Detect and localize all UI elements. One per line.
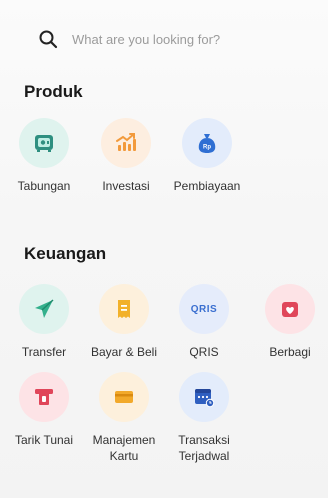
tile-label: Investasi [102, 179, 150, 193]
tile-transaksi-terjadwal[interactable]: Transaksi Terjadwal [162, 372, 246, 464]
circle [19, 372, 69, 422]
money-bag-icon: Rp [195, 131, 219, 155]
tile-label: Tabungan [17, 179, 71, 193]
tile-investasi[interactable]: Investasi [84, 118, 168, 194]
tile-label: Transaksi Terjadwal [178, 433, 230, 463]
section-title-produk: Produk [24, 82, 83, 101]
tile-label: Pembiayaan [173, 179, 241, 193]
tile-label: Manajemen Kartu [92, 433, 156, 463]
circle [179, 372, 229, 422]
tile-bayar-beli[interactable]: Bayar & Beli [82, 284, 166, 360]
search-bar[interactable] [18, 18, 310, 60]
svg-text:Rp: Rp [203, 145, 211, 151]
tile-tabungan[interactable]: Tabungan [2, 118, 86, 194]
circle [265, 284, 315, 334]
tile-pembiayaan[interactable]: Rp Pembiayaan [165, 118, 249, 194]
circle: Rp [182, 118, 232, 168]
atm-cash-icon [32, 385, 56, 409]
tile-label: Transfer [21, 345, 67, 359]
safe-icon [32, 131, 56, 155]
tile-tarik-tunai[interactable]: Tarik Tunai [2, 372, 86, 448]
circle: QRIS [179, 284, 229, 334]
circle [99, 284, 149, 334]
circle [19, 118, 69, 168]
tile-transfer[interactable]: Transfer [2, 284, 86, 360]
paper-plane-icon [32, 297, 56, 321]
search-icon [38, 29, 58, 49]
tile-label: Bayar & Beli [90, 345, 158, 359]
qris-icon: QRIS [190, 303, 218, 315]
receipt-icon [112, 297, 136, 321]
chart-up-icon [114, 131, 138, 155]
gift-heart-icon [278, 297, 302, 321]
tile-label: QRIS [189, 345, 219, 359]
tile-label: Tarik Tunai [14, 433, 74, 447]
search-input[interactable] [70, 30, 294, 48]
screen: Produk Tabungan Investasi Rp Pembiayaan … [0, 0, 328, 498]
section-title-keuangan: Keuangan [24, 244, 107, 263]
circle [101, 118, 151, 168]
tile-berbagi[interactable]: Berbagi [248, 284, 328, 360]
circle [19, 284, 69, 334]
card-icon [112, 385, 136, 409]
tile-qris[interactable]: QRIS QRIS [162, 284, 246, 360]
tile-manajemen-kartu[interactable]: Manajemen Kartu [82, 372, 166, 464]
circle [99, 372, 149, 422]
calendar-clock-icon [192, 385, 216, 409]
tile-label: Berbagi [269, 345, 311, 359]
